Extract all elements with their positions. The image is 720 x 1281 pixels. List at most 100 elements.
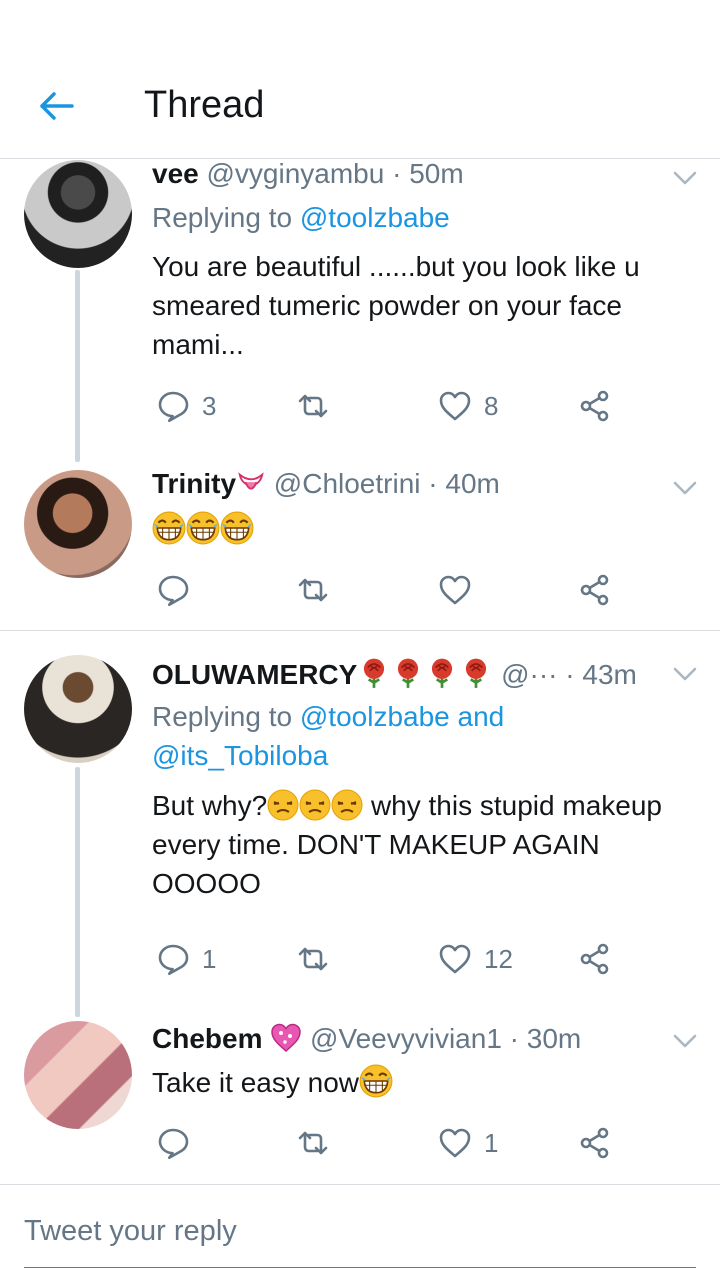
timestamp[interactable]: 40m xyxy=(445,468,499,499)
share-button[interactable] xyxy=(578,1123,612,1163)
share-icon xyxy=(578,573,612,607)
user-handle[interactable]: @Chloetrini xyxy=(274,468,421,499)
timestamp-separator: · xyxy=(392,158,402,189)
thread-line xyxy=(75,767,80,1017)
share-button[interactable] xyxy=(578,570,612,610)
tweet-text-part: Take it easy now xyxy=(152,1067,359,1098)
like-count: 8 xyxy=(484,390,499,421)
retweet-button[interactable] xyxy=(296,939,342,979)
like-button[interactable]: 12 xyxy=(438,939,513,979)
reply-button[interactable]: 3 xyxy=(156,386,216,426)
grinning-sweat-emoji-icon xyxy=(152,511,186,545)
retweet-button[interactable] xyxy=(296,1123,342,1163)
tweet-oluwamercy[interactable]: OLUWAMERCY @··· · 43m Replying to @toolz… xyxy=(0,631,720,1017)
tweet-vee[interactable]: vee @vyginyambu · 50m Replying to @toolz… xyxy=(0,158,720,462)
thread-line xyxy=(75,270,80,462)
retweet-icon xyxy=(296,942,330,976)
reply-button[interactable] xyxy=(156,570,190,610)
tweet-text xyxy=(152,510,692,549)
chevron-down-icon[interactable] xyxy=(672,666,698,682)
rose-emoji-icon xyxy=(357,656,391,690)
tweet-actions: 3 8 xyxy=(152,386,632,426)
reply-button[interactable] xyxy=(156,1123,202,1163)
user-handle[interactable]: @vyginyambu xyxy=(207,158,385,189)
mention-link[interactable]: @toolzbabe xyxy=(300,701,450,732)
like-icon xyxy=(438,573,472,607)
share-button[interactable] xyxy=(578,939,612,979)
replying-to: Replying to @toolzbabe xyxy=(152,198,692,237)
like-count: 1 xyxy=(484,1127,499,1158)
share-button[interactable] xyxy=(578,386,612,426)
rose-emoji-icon xyxy=(391,656,425,690)
chevron-down-icon[interactable] xyxy=(672,170,698,186)
display-name[interactable]: OLUWAMERCY xyxy=(152,659,357,690)
grinning-sweat-emoji-icon xyxy=(220,511,254,545)
timestamp[interactable]: 43m xyxy=(582,659,636,690)
display-name[interactable]: vee xyxy=(152,158,199,189)
reply-icon xyxy=(156,573,190,607)
grinning-sweat-emoji-icon xyxy=(186,511,220,545)
sparkling-heart-emoji-icon xyxy=(270,1022,302,1054)
tweet-text: You are beautiful ......but you look lik… xyxy=(152,251,640,360)
back-arrow-icon[interactable] xyxy=(36,86,76,126)
like-icon xyxy=(438,389,472,423)
rose-emoji-icon xyxy=(425,656,459,690)
tweet-text: But why? why this stupid makeup every ti… xyxy=(152,786,692,903)
chevron-down-icon[interactable] xyxy=(672,480,698,496)
like-button[interactable]: 1 xyxy=(438,1123,498,1163)
avatar[interactable] xyxy=(24,1021,132,1129)
mention-and: and xyxy=(449,701,505,732)
tongue-emoji-icon xyxy=(236,469,266,499)
grinning-sweat-emoji-icon xyxy=(359,1064,393,1098)
reply-icon xyxy=(156,942,190,976)
reply-icon xyxy=(156,389,190,423)
like-count: 12 xyxy=(484,943,513,974)
tweet-text: Take it easy now xyxy=(152,1063,692,1102)
replying-to-label: Replying to xyxy=(152,701,300,732)
unamused-emoji-icon xyxy=(267,789,299,821)
retweet-icon xyxy=(296,389,330,423)
top-bar: Thread xyxy=(0,0,720,159)
tweet-text-part: But why? xyxy=(152,790,268,821)
avatar[interactable] xyxy=(24,470,132,578)
page-title: Thread xyxy=(144,84,265,126)
timestamp-separator: · xyxy=(509,1023,519,1054)
retweet-button[interactable] xyxy=(296,386,342,426)
mention-link[interactable]: @its_Tobiloba xyxy=(152,740,328,771)
reply-count: 3 xyxy=(202,390,217,421)
tweet-actions xyxy=(152,570,632,610)
rose-emoji-icon xyxy=(459,656,493,690)
retweet-icon xyxy=(296,1126,330,1160)
timestamp-separator: · xyxy=(565,659,575,690)
avatar[interactable] xyxy=(24,160,132,268)
tweet-actions: 1 12 xyxy=(152,939,632,979)
timestamp[interactable]: 30m xyxy=(527,1023,581,1054)
retweet-icon xyxy=(296,573,330,607)
timestamp-separator: · xyxy=(428,468,438,499)
like-icon xyxy=(438,942,472,976)
tweet-reply-input[interactable]: Tweet your reply xyxy=(24,1215,696,1268)
tweet-chebem[interactable]: Chebem @Veevyvivian1 · 30m Take it easy … xyxy=(0,1001,720,1183)
like-icon xyxy=(438,1126,472,1160)
user-handle[interactable]: @··· xyxy=(501,659,557,690)
tweet-trinity[interactable]: Trinity @Chloetrini · 40m xyxy=(0,458,720,630)
like-button[interactable]: 8 xyxy=(438,386,498,426)
display-name[interactable]: Chebem xyxy=(152,1023,262,1054)
display-name[interactable]: Trinity xyxy=(152,468,236,499)
like-button[interactable] xyxy=(438,570,472,610)
reply-composer: Tweet your reply xyxy=(0,1184,720,1281)
chevron-down-icon[interactable] xyxy=(672,1033,698,1049)
replying-to-label: Replying to xyxy=(152,202,300,233)
mention-link[interactable]: @toolzbabe xyxy=(300,202,450,233)
reply-count: 1 xyxy=(202,943,217,974)
unamused-emoji-icon xyxy=(331,789,363,821)
replying-to: Replying to @toolzbabe and @its_Tobiloba xyxy=(152,697,692,775)
user-handle[interactable]: @Veevyvivian1 xyxy=(310,1023,502,1054)
tweet-actions: 1 xyxy=(152,1123,632,1163)
share-icon xyxy=(578,942,612,976)
timestamp[interactable]: 50m xyxy=(409,158,463,189)
reply-button[interactable]: 1 xyxy=(156,939,216,979)
avatar[interactable] xyxy=(24,655,132,763)
retweet-button[interactable] xyxy=(296,570,330,610)
reply-icon xyxy=(156,1126,190,1160)
